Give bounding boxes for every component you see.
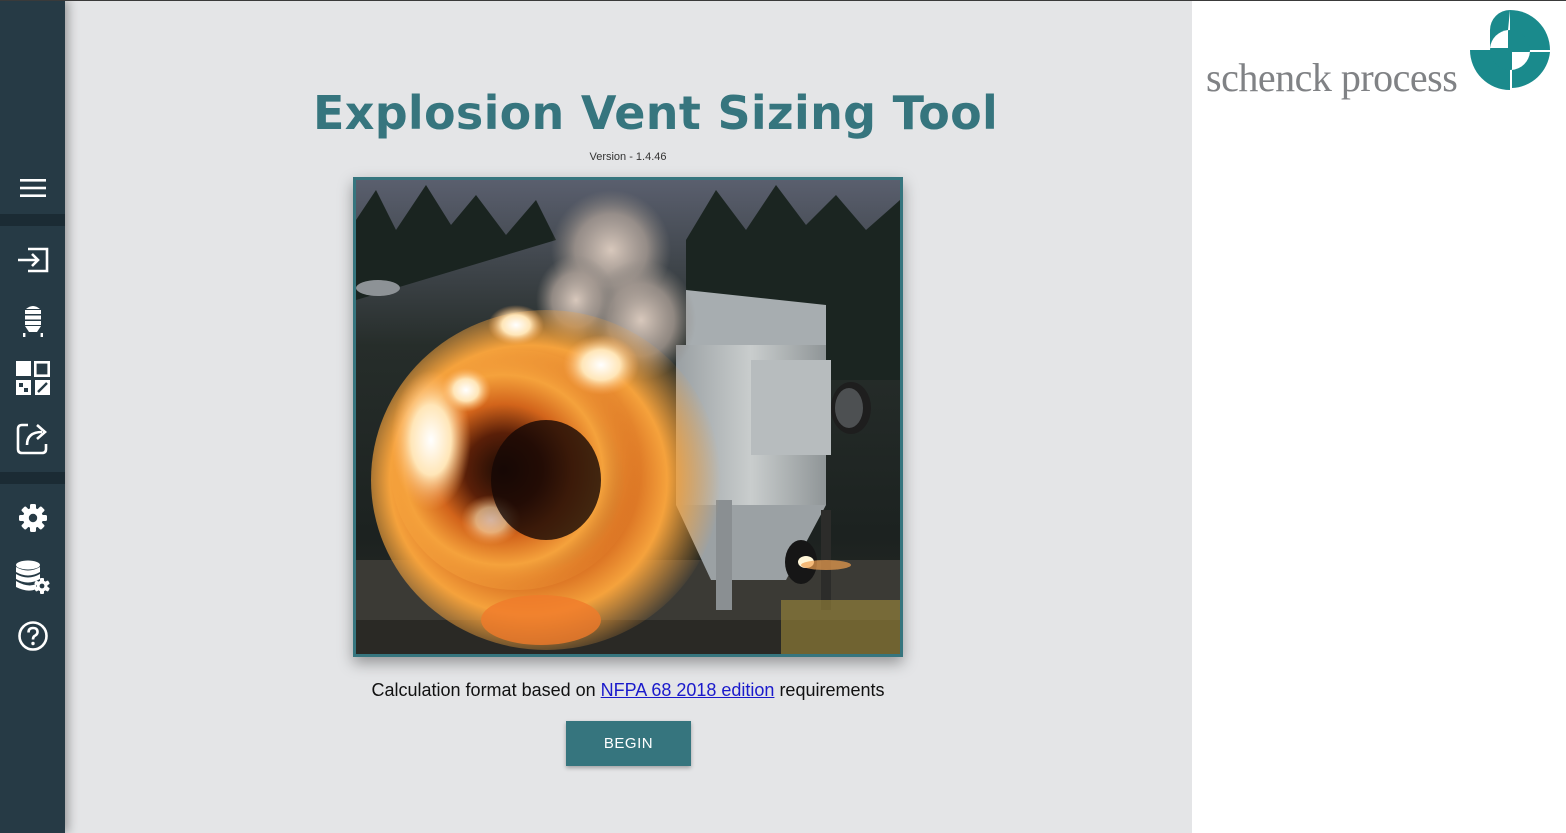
silo-icon xyxy=(22,306,43,337)
gear-icon xyxy=(18,504,47,532)
sidebar-item-input[interactable] xyxy=(0,236,65,284)
logo-wordmark: schenck process xyxy=(1206,55,1458,100)
input-icon xyxy=(17,247,48,273)
top-border xyxy=(0,0,1566,1)
logo-mark-icon xyxy=(1470,10,1550,90)
menu-icon xyxy=(19,179,46,197)
brand-panel: schenck process xyxy=(1192,0,1566,833)
begin-button[interactable]: BEGIN xyxy=(566,721,691,766)
nfpa-68-link[interactable]: NFPA 68 2018 edition xyxy=(601,680,775,700)
version-label: Version - 1.4.46 xyxy=(589,151,667,163)
share-icon xyxy=(16,423,47,455)
sidebar-divider xyxy=(0,214,65,226)
page-title: Explosion Vent Sizing Tool xyxy=(313,86,999,140)
explosion-test-photo xyxy=(353,177,903,657)
nfpa-caption: Calculation format based on NFPA 68 2018… xyxy=(315,680,941,701)
sidebar-item-settings[interactable] xyxy=(0,494,65,542)
help-icon xyxy=(17,621,48,651)
caption-prefix: Calculation format based on xyxy=(371,680,601,700)
database-settings-icon xyxy=(15,560,50,594)
sidebar-item-help[interactable] xyxy=(0,612,65,660)
sidebar-item-layout[interactable] xyxy=(0,354,65,402)
main-content: Explosion Vent Sizing Tool Version - 1.4… xyxy=(65,0,1192,833)
menu-button[interactable] xyxy=(0,164,65,212)
schenck-process-logo: schenck process xyxy=(1206,8,1556,100)
sidebar xyxy=(0,0,65,833)
caption-suffix: requirements xyxy=(774,680,885,700)
sidebar-item-database[interactable] xyxy=(0,553,65,601)
sidebar-item-export[interactable] xyxy=(0,414,65,462)
sidebar-item-vessel[interactable] xyxy=(0,295,65,343)
dashboard-icon xyxy=(15,360,50,395)
sidebar-divider xyxy=(0,472,65,484)
